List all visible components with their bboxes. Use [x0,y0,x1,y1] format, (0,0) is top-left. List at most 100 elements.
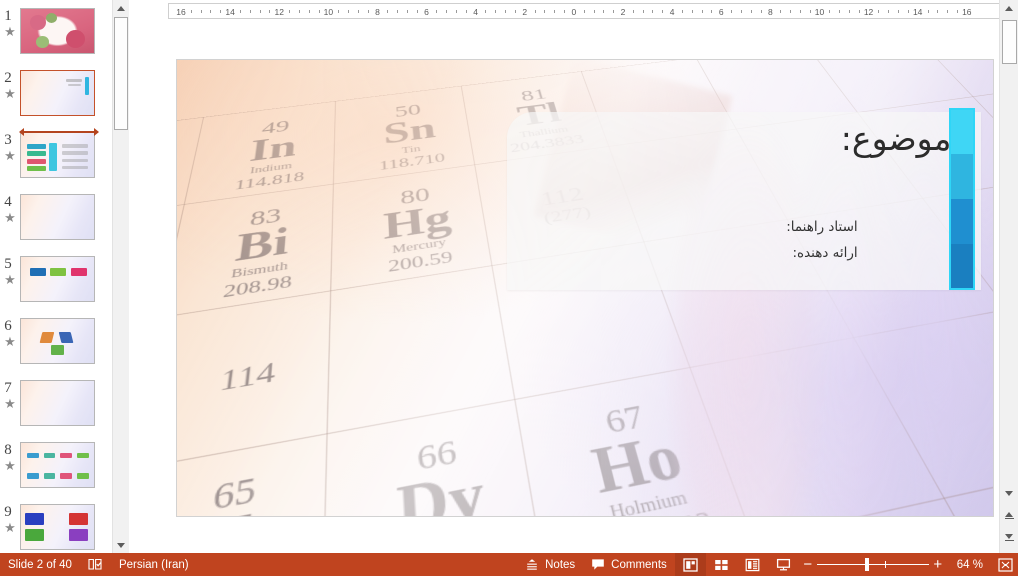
zoom-out-button[interactable]: − [799,557,817,572]
thumbnail-preview[interactable] [20,380,95,426]
slide-thumbnail-5[interactable]: 5 ★ [0,256,112,318]
current-slide[interactable]: 49InIndium114.81850SnTin118.71081TlThall… [176,59,994,517]
ruler-minor-tick [740,10,742,13]
previous-slide-button[interactable] [1000,507,1018,524]
chevron-up-icon [1005,5,1013,11]
language-label[interactable]: Persian (Iran) [111,553,197,576]
spell-check-icon[interactable] [80,553,111,576]
status-bar: Slide 2 of 40 Persian (Iran) Notes Comme… [0,553,1018,576]
zoom-in-button[interactable]: + [929,557,947,572]
thumb-art [21,195,94,239]
slide-insertion-indicator [19,128,99,136]
slide-title[interactable]: موضوع: [841,118,952,161]
notes-button[interactable]: Notes [517,553,583,576]
thumbnail-preview[interactable] [20,194,95,240]
slide-show-button[interactable] [768,553,799,576]
title-placeholder-card[interactable]: موضوع: استاد راهنما: ارائه دهنده: [507,112,981,291]
slide-thumbnail-8[interactable]: 8 ★ [0,442,112,504]
ruler-minor-tick [632,10,634,13]
thumbnail-preview[interactable] [20,318,95,364]
subtitle-line: استاد راهنما: [786,218,858,235]
spell-check-glyph [88,558,102,570]
ruler-minor-tick [220,10,222,13]
thumbnail-number: 7 [4,380,12,396]
thumbnail-preview[interactable] [20,8,95,54]
slide-sorter-button[interactable] [706,553,737,576]
animation-star-icon: ★ [4,210,16,225]
thumb-art [21,71,94,115]
ruler-tick-label: 8 [767,7,773,17]
ruler-minor-tick [789,10,791,13]
slide-thumbnail-9[interactable]: 9 ★ [0,504,112,553]
scrollbar-thumb[interactable] [1002,20,1017,64]
ruler-minor-tick [318,10,320,13]
next-slide-button[interactable] [1000,529,1018,546]
scroll-up-button[interactable] [1000,0,1018,16]
slide-vertical-scrollbar[interactable] [999,0,1018,553]
slide-count-label[interactable]: Slide 2 of 40 [0,553,80,576]
thumb-art [21,319,94,363]
ruler-tick-label: 6 [424,7,429,17]
ruler-minor-tick [259,10,261,13]
animation-star-icon: ★ [4,86,16,101]
animation-star-icon: ★ [4,24,16,39]
zoom-midpoint-tick [884,561,886,568]
ruler-minor-tick [662,10,664,13]
zoom-slider[interactable]: − + [799,553,947,576]
comments-button[interactable]: Comments [583,553,675,576]
normal-view-button[interactable] [674,553,706,576]
powerpoint-window: 1 ★ 2 ★ 3 ★ 4 ★ 5 ★ 6 ★ 7 ★ 8 ★ 9 ★ 16 14 12 10 8 6 4 2 0 2 4 6 8 10 12… [0,0,1018,576]
ruler-minor-tick [681,10,683,13]
reading-view-button[interactable] [737,553,768,576]
zoom-slider-handle[interactable] [864,558,869,571]
thumbnail-preview[interactable] [20,70,95,116]
comment-icon [592,559,604,570]
accent-color-bar [948,107,976,291]
accent-segment [950,243,974,289]
ruler-minor-tick [554,10,556,13]
thumbnail-scrollbar[interactable] [112,0,129,553]
zoom-percentage-label[interactable]: 64 % [947,559,992,571]
ruler-minor-tick [809,10,811,13]
slide-thumbnail-2[interactable]: 2 ★ [0,70,112,132]
thumbnail-preview[interactable] [20,504,95,550]
ruler-minor-tick [249,10,251,13]
scroll-down-button[interactable] [1000,485,1018,502]
ruler-minor-tick [829,10,831,13]
ruler-minor-tick [898,10,900,13]
slide-thumbnail-3[interactable]: 3 ★ [0,132,112,194]
ruler-tick-label: 14 [912,7,923,17]
ruler-minor-tick [858,10,860,13]
ruler-minor-tick [848,10,850,13]
ruler-minor-tick [839,10,841,13]
ruler-tick-label: 6 [718,7,724,17]
thumbnail-number: 2 [4,70,12,86]
ruler-tick-label: 10 [323,7,334,17]
zoom-slider-track[interactable] [816,553,929,576]
ruler-tick-label: 4 [473,7,479,17]
slide-thumbnail-pane[interactable]: 1 ★ 2 ★ 3 ★ 4 ★ 5 ★ 6 ★ 7 ★ 8 ★ 9 ★ [0,0,112,553]
ruler-minor-tick [927,10,929,13]
thumbnail-number: 3 [4,132,12,148]
slide-subtitle[interactable]: استاد راهنما: ارائه دهنده: [786,214,857,267]
animation-star-icon: ★ [4,148,16,163]
ruler-minor-tick [200,10,202,13]
slide-thumbnail-1[interactable]: 1 ★ [0,8,112,70]
ruler-tick-label: 12 [274,7,284,17]
slide-thumbnail-6[interactable]: 6 ★ [0,318,112,380]
thumbnail-scroll-down-button[interactable] [113,537,129,553]
thumb-art [21,257,94,301]
slide-thumbnail-4[interactable]: 4 ★ [0,194,112,256]
fit-to-window-button[interactable] [992,553,1018,576]
thumbnail-scroll-up-button[interactable] [113,0,129,16]
slide-canvas-area[interactable]: 49InIndium114.81850SnTin118.71081TlThall… [134,22,1000,553]
thumbnail-preview[interactable] [20,132,95,178]
thumbnail-preview[interactable] [20,442,95,488]
ruler-tick-label: 8 [375,7,380,17]
thumbnail-scrollbar-thumb[interactable] [114,17,128,130]
ruler-minor-tick [544,10,546,13]
thumbnail-preview[interactable] [20,256,95,302]
accent-segment [950,154,974,200]
slide-thumbnail-7[interactable]: 7 ★ [0,380,112,442]
ruler-minor-tick [642,10,644,13]
